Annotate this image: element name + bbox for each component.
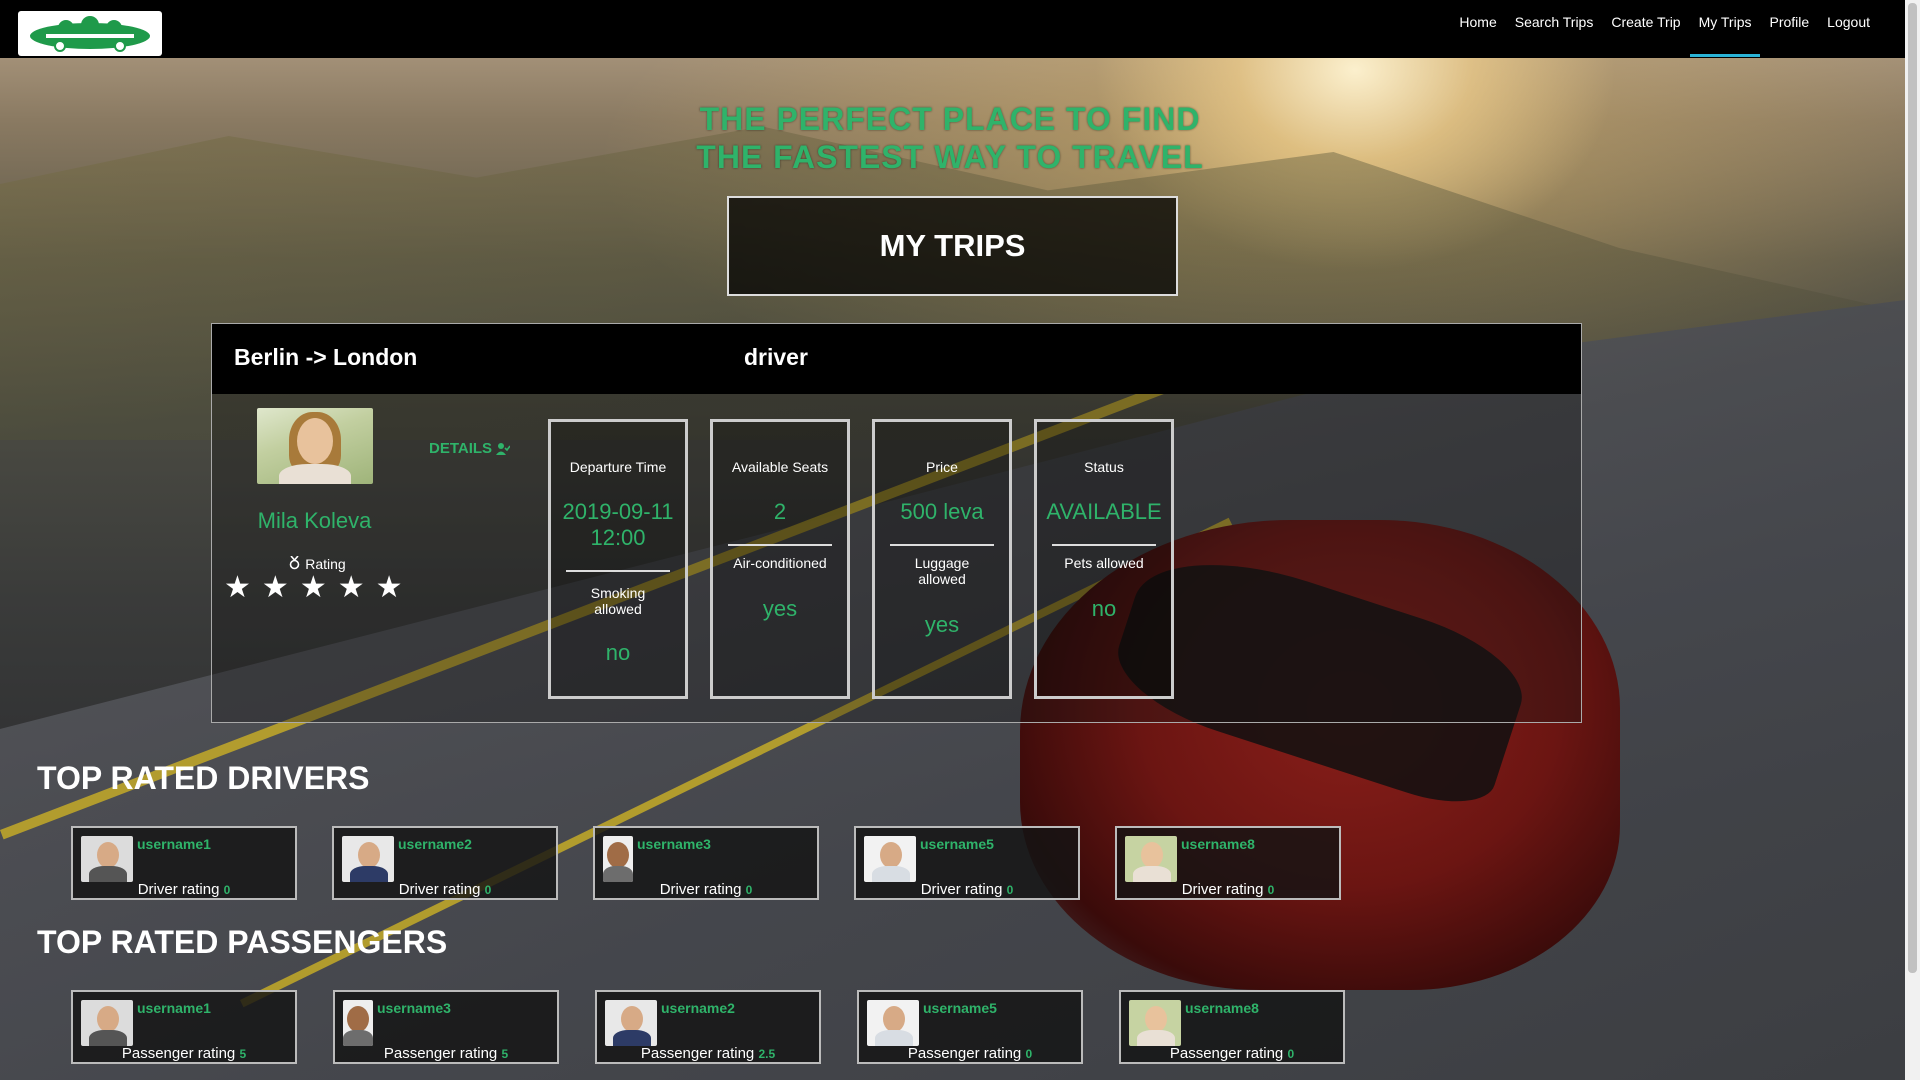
trip-card: Berlin -> London driver DETAILS Mila Kol… [211, 323, 1582, 723]
driver-avatar [257, 408, 373, 484]
passenger-rating: Passenger rating 5 [121, 1045, 247, 1062]
username[interactable]: username1 [137, 1000, 211, 1016]
trip-role: driver [744, 344, 808, 370]
info-label: Available Seats [731, 459, 829, 475]
avatar [867, 1000, 919, 1046]
avatar [1129, 1000, 1181, 1046]
star-icon[interactable]: ★ [262, 570, 289, 605]
info-sub-label: Pets allowed [1064, 555, 1144, 571]
info-sub-label: Air-conditioned [733, 555, 827, 571]
driver-name: Mila Koleva [257, 508, 372, 533]
top-drivers-title: TOP RATED DRIVERS [37, 760, 370, 796]
passenger-card[interactable]: username5 Passenger rating 0 [857, 990, 1083, 1064]
top-passengers-title: TOP RATED PASSENGERS [37, 924, 448, 960]
avatar [864, 836, 916, 882]
star-icon[interactable]: ★ [224, 570, 251, 605]
passenger-card[interactable]: username2 Passenger rating 2.5 [595, 990, 821, 1064]
username[interactable]: username8 [1181, 836, 1255, 852]
tagline-line2: THE FASTEST WAY TO TRAVEL [696, 139, 1204, 175]
nav-links: Home Search Trips Create Trip My Trips P… [1450, 0, 1879, 58]
username[interactable]: username5 [920, 836, 994, 852]
tagline: THE PERFECT PLACE TO FIND THE FASTEST WA… [600, 100, 1300, 176]
driver-rating: Driver rating 0 [920, 881, 1014, 898]
passenger-rating: Passenger rating 2.5 [640, 1045, 776, 1062]
driver-card[interactable]: username2 Driver rating 0 [332, 826, 558, 900]
tagline-line1: THE PERFECT PLACE TO FIND [699, 101, 1201, 137]
car-logo-icon [30, 15, 150, 52]
driver-card[interactable]: username1 Driver rating 0 [71, 826, 297, 900]
passenger-rating: Passenger rating 0 [907, 1045, 1033, 1062]
avatar [343, 1000, 373, 1046]
driver-card[interactable]: username3 Driver rating 0 [593, 826, 819, 900]
info-sub-label: Luggage allowed [914, 555, 970, 587]
star-icon[interactable]: ★ [300, 570, 327, 605]
info-sub-value: yes [762, 596, 798, 621]
passenger-card[interactable]: username1 Passenger rating 5 [71, 990, 297, 1064]
driver-card[interactable]: username5 Driver rating 0 [854, 826, 1080, 900]
info-sub-value: yes [924, 612, 960, 637]
info-label: Price [926, 459, 958, 475]
info-sub-value: no [1091, 596, 1117, 621]
username[interactable]: username5 [923, 1000, 997, 1016]
scrollbar-thumb[interactable] [1908, 3, 1917, 973]
available-seats-box: Available Seats 2 Air-conditioned yes [710, 419, 850, 699]
nav-profile[interactable]: Profile [1760, 0, 1818, 44]
user-check-icon [496, 442, 511, 455]
star-icon[interactable]: ★ [376, 570, 403, 605]
nav-search-trips[interactable]: Search Trips [1506, 0, 1603, 44]
avatar [1125, 836, 1177, 882]
driver-rating: Driver rating 0 [137, 881, 231, 898]
driver-rating: Driver rating 0 [1181, 881, 1275, 898]
avatar [81, 836, 133, 882]
divider [890, 544, 994, 546]
info-sub-label: Smoking allowed [590, 585, 646, 617]
navbar: Home Search Trips Create Trip My Trips P… [0, 0, 1905, 58]
status-value: AVAILABLE [1046, 499, 1162, 524]
departure-time-box: Departure Time 2019-09-11 12:00 Smoking … [548, 419, 688, 699]
medal-icon [290, 555, 300, 570]
passenger-card[interactable]: username8 Passenger rating 0 [1119, 990, 1345, 1064]
nav-home[interactable]: Home [1450, 0, 1505, 44]
rating-stars: ★ ★ ★ ★ ★ [224, 570, 403, 605]
avatar [342, 836, 394, 882]
username[interactable]: username3 [377, 1000, 451, 1016]
passenger-rating: Passenger rating 0 [1169, 1045, 1295, 1062]
username[interactable]: username8 [1185, 1000, 1259, 1016]
username[interactable]: username2 [661, 1000, 735, 1016]
username[interactable]: username1 [137, 836, 211, 852]
divider [728, 544, 832, 546]
page-title: MY TRIPS [727, 196, 1178, 296]
info-label: Status [1084, 459, 1124, 475]
info-label: Departure Time [569, 459, 667, 475]
nav-create-trip[interactable]: Create Trip [1602, 0, 1689, 44]
avatar [605, 1000, 657, 1046]
info-value: 2 [773, 499, 787, 524]
passenger-rating: Passenger rating 5 [383, 1045, 509, 1062]
star-icon[interactable]: ★ [338, 570, 365, 605]
trip-header: Berlin -> London driver [212, 324, 1581, 394]
info-value: 500 leva [900, 499, 984, 524]
logo[interactable] [18, 11, 162, 56]
info-value: 2019-09-11 12:00 [562, 499, 674, 550]
username[interactable]: username3 [637, 836, 711, 852]
info-sub-value: no [605, 640, 631, 665]
passenger-card[interactable]: username3 Passenger rating 5 [333, 990, 559, 1064]
nav-logout[interactable]: Logout [1818, 0, 1879, 44]
driver-rating: Driver rating 0 [659, 881, 753, 898]
trip-route: Berlin -> London [234, 344, 418, 370]
divider [566, 570, 670, 572]
page-scrollbar[interactable] [1905, 0, 1920, 1080]
details-label: DETAILS [429, 440, 493, 457]
details-link[interactable]: DETAILS [429, 440, 511, 457]
nav-my-trips[interactable]: My Trips [1689, 0, 1761, 57]
avatar [603, 836, 633, 882]
driver-card[interactable]: username8 Driver rating 0 [1115, 826, 1341, 900]
driver-rating: Driver rating 0 [398, 881, 492, 898]
price-box: Price 500 leva Luggage allowed yes [872, 419, 1012, 699]
status-box: Status AVAILABLE Pets allowed no [1034, 419, 1174, 699]
avatar [81, 1000, 133, 1046]
username[interactable]: username2 [398, 836, 472, 852]
divider [1052, 544, 1156, 546]
